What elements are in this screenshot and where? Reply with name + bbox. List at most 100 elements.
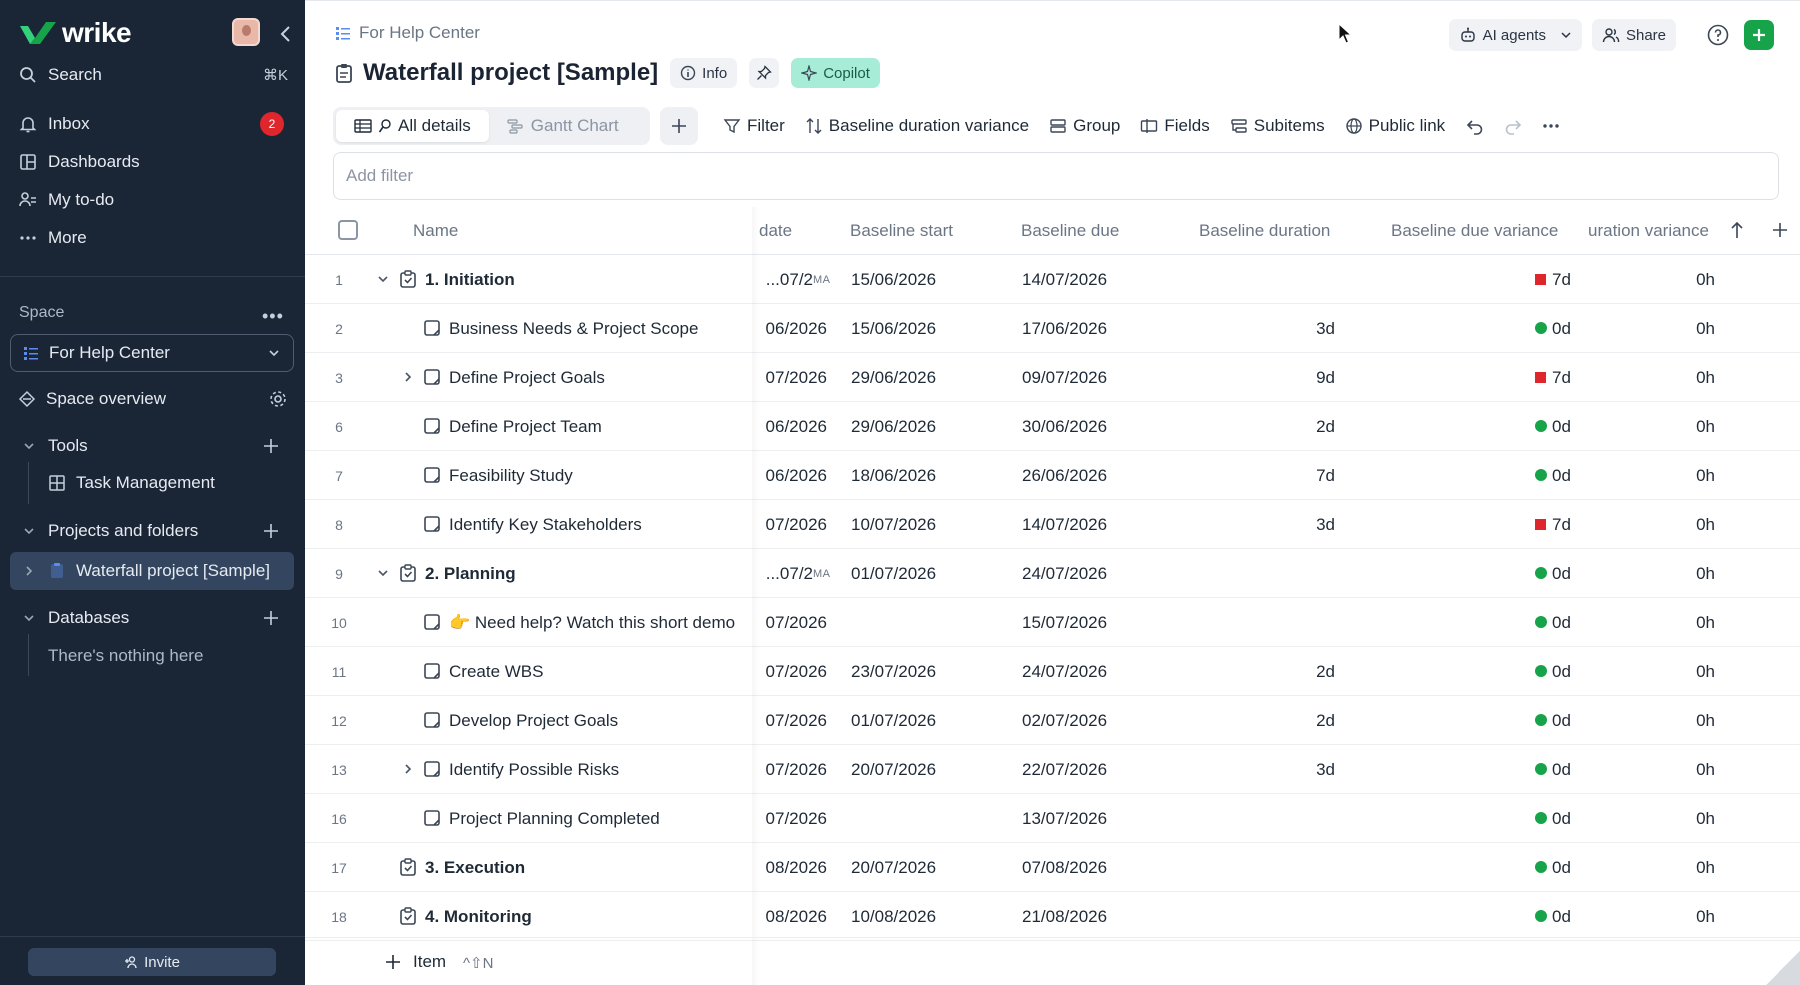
date-cell[interactable]: 07/2026 [753,809,827,829]
add-database-icon[interactable] [262,609,280,627]
tools-section[interactable]: Tools [22,430,88,462]
baseline-due-cell[interactable]: 26/06/2026 [1022,466,1107,486]
assignee-initials[interactable]: MA [813,568,831,580]
duration-variance-cell[interactable]: 0h [1665,760,1715,780]
baseline-due-cell[interactable]: 02/07/2026 [1022,711,1107,731]
task-name[interactable]: 2. Planning [425,564,516,584]
task-name[interactable]: Create WBS [449,662,543,682]
table-row[interactable]: 8 Identify Key Stakeholders 07/2026 10/07/2… [305,500,1800,549]
baseline-due-variance-cell[interactable]: 0d [1552,319,1571,339]
date-cell[interactable]: 07/2... [753,564,813,584]
baseline-start-cell[interactable]: 23/07/2026 [851,662,936,682]
chevron-right-icon[interactable] [22,564,36,578]
baseline-due-cell[interactable]: 22/07/2026 [1022,760,1107,780]
date-cell[interactable]: 07/2026 [753,662,827,682]
baseline-start-cell[interactable]: 20/07/2026 [851,760,936,780]
public-link-button[interactable]: Public link [1345,116,1445,136]
baseline-duration-cell[interactable]: 2d [1205,711,1335,731]
duration-variance-cell[interactable]: 0h [1665,466,1715,486]
baseline-due-variance-cell[interactable]: 0d [1552,417,1571,437]
baseline-due-cell[interactable]: 14/07/2026 [1022,515,1107,535]
ai-agents-button[interactable]: AI agents [1448,19,1582,51]
baseline-duration-cell[interactable]: 3d [1205,319,1335,339]
add-view-button[interactable] [660,107,698,145]
table-row[interactable]: 3 Define Project Goals 07/2026 29/06/2026 09… [305,353,1800,402]
baseline-due-cell[interactable]: 13/07/2026 [1022,809,1107,829]
duration-variance-cell[interactable]: 0h [1665,809,1715,829]
select-all-checkbox[interactable] [338,220,358,240]
redo-icon[interactable] [1503,116,1523,136]
task-name[interactable]: 👉 Need help? Watch this short demo [449,613,735,633]
table-row[interactable]: 9 2. Planning 07/2... MA 01/07/2026 24/07/202… [305,549,1800,598]
nav-my-todo[interactable]: My to-do [18,184,288,216]
duration-variance-cell[interactable]: 0h [1665,613,1715,633]
column-header-duration-variance[interactable]: uration variance [1588,221,1709,241]
date-cell[interactable]: 07/2026 [753,711,827,731]
duration-variance-cell[interactable]: 0h [1665,368,1715,388]
baseline-start-cell[interactable]: 01/07/2026 [851,564,936,584]
baseline-due-cell[interactable]: 17/06/2026 [1022,319,1107,339]
date-cell[interactable]: 06/2026 [753,319,827,339]
baseline-start-cell[interactable]: 20/07/2026 [851,858,936,878]
baseline-due-variance-cell[interactable]: 0d [1552,711,1571,731]
projects-section[interactable]: Projects and folders [22,515,198,547]
task-name[interactable]: Define Project Goals [449,368,605,388]
duration-variance-cell[interactable]: 0h [1665,417,1715,437]
brand[interactable]: wrike [18,14,290,52]
baseline-due-variance-cell[interactable]: 0d [1552,907,1571,927]
breadcrumb[interactable]: For Help Center [335,23,480,43]
task-name[interactable]: Define Project Team [449,417,602,437]
baseline-start-cell[interactable]: 01/07/2026 [851,711,936,731]
tool-task-management[interactable]: Task Management [48,467,215,499]
baseline-start-cell[interactable]: 29/06/2026 [851,368,936,388]
baseline-due-cell[interactable]: 21/08/2026 [1022,907,1107,927]
date-cell[interactable]: 07/2026 [753,515,827,535]
add-column-icon[interactable] [1770,220,1790,240]
duration-variance-cell[interactable]: 0h [1665,319,1715,339]
column-header-name[interactable]: Name [413,221,458,241]
task-name[interactable]: Identify Key Stakeholders [449,515,642,535]
task-name[interactable]: 1. Initiation [425,270,515,290]
chevron-right-icon[interactable] [401,370,415,384]
table-row[interactable]: 18 4. Monitoring 08/2026 10/08/2026 21/08/20… [305,892,1800,941]
date-cell[interactable]: 08/2026 [753,907,827,927]
collapse-sidebar-icon[interactable] [274,22,298,46]
duration-variance-cell[interactable]: 0h [1665,858,1715,878]
baseline-start-cell[interactable]: 10/08/2026 [851,907,936,927]
filter-button[interactable]: Filter [723,116,785,136]
share-button[interactable]: Share [1591,19,1676,51]
nav-search[interactable]: Search ⌘K [18,59,288,91]
baseline-due-variance-cell[interactable]: 7d [1552,515,1571,535]
breadcrumb-space[interactable]: For Help Center [359,23,480,43]
table-row[interactable]: 10 👉 Need help? Watch this short demo 07/2… [305,598,1800,647]
column-header-baseline-due[interactable]: Baseline due [1021,221,1119,241]
chevron-down-icon[interactable] [376,566,390,580]
baseline-due-cell[interactable]: 15/07/2026 [1022,613,1107,633]
baseline-due-variance-cell[interactable]: 0d [1552,613,1571,633]
baseline-start-cell[interactable]: 15/06/2026 [851,270,936,290]
task-name[interactable]: Identify Possible Risks [449,760,619,780]
baseline-duration-cell[interactable]: 7d [1205,466,1335,486]
assignee-initials[interactable]: MA [813,274,831,286]
add-tool-icon[interactable] [262,437,280,455]
gear-icon[interactable] [268,389,288,409]
sort-ascending-icon[interactable] [1729,220,1745,240]
baseline-start-cell[interactable]: 29/06/2026 [851,417,936,437]
baseline-start-cell[interactable]: 18/06/2026 [851,466,936,486]
subitems-button[interactable]: Subitems [1230,116,1325,136]
add-item-button[interactable]: Item [385,952,446,972]
task-name[interactable]: Business Needs & Project Scope [449,319,698,339]
task-name[interactable]: Project Planning Completed [449,809,660,829]
task-name[interactable]: 4. Monitoring [425,907,532,927]
page-title[interactable]: Waterfall project [Sample] [363,59,658,87]
fields-button[interactable]: Fields [1140,116,1210,136]
duration-variance-cell[interactable]: 0h [1665,270,1715,290]
baseline-due-cell[interactable]: 14/07/2026 [1022,270,1107,290]
project-waterfall[interactable]: Waterfall project [Sample] [22,555,270,587]
more-options-icon[interactable] [1541,116,1561,136]
duration-variance-cell[interactable]: 0h [1665,515,1715,535]
column-header-baseline-start[interactable]: Baseline start [850,221,953,241]
table-row[interactable]: 13 Identify Possible Risks 07/2026 20/07/20… [305,745,1800,794]
baseline-due-variance-cell[interactable]: 0d [1552,858,1571,878]
table-row[interactable]: 12 Develop Project Goals 07/2026 01/07/2026… [305,696,1800,745]
